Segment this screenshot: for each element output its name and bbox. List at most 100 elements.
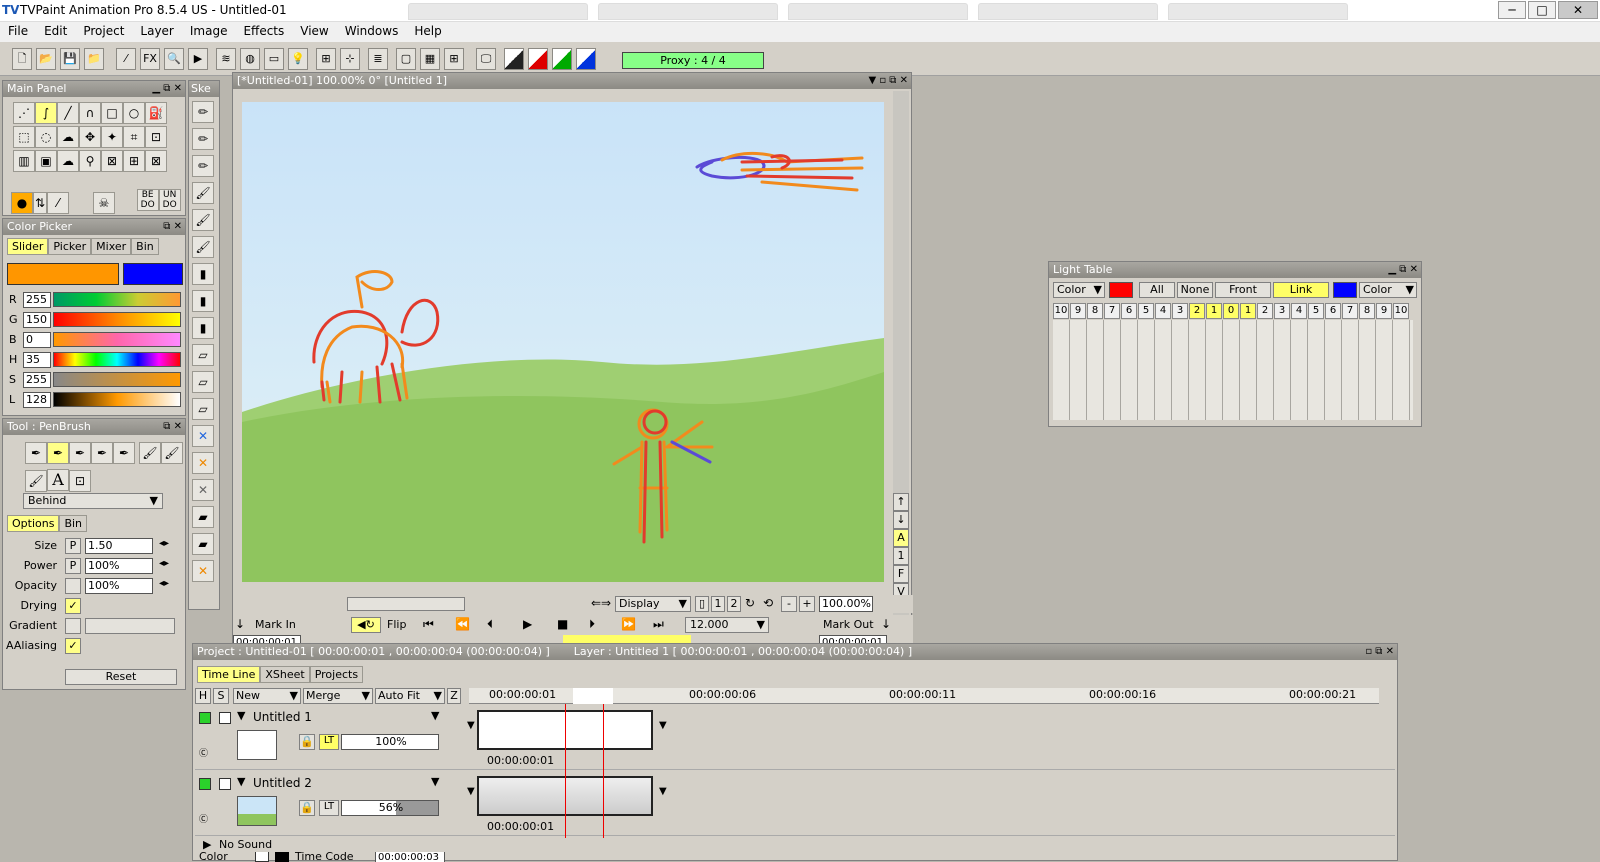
- s-value-input[interactable]: 255: [23, 372, 51, 388]
- redo-icon[interactable]: BE DO: [136, 189, 159, 211]
- proxy-indicator[interactable]: Proxy : 4 / 4: [622, 52, 764, 69]
- tab-bin[interactable]: Bin: [59, 515, 88, 532]
- close-button[interactable]: ✕: [1558, 1, 1598, 19]
- undo-icon[interactable]: UN DO: [158, 189, 181, 211]
- ink-blue-icon[interactable]: ▮: [192, 263, 214, 285]
- power-pressure-toggle[interactable]: P: [65, 558, 81, 574]
- zoom-select-icon[interactable]: ⊡: [145, 126, 167, 148]
- collapse-icon[interactable]: ▼: [237, 709, 245, 722]
- clip-icon[interactable]: Ⓒ: [199, 746, 208, 759]
- layer-menu-chevron-icon[interactable]: ▼: [431, 709, 439, 722]
- grid-icon[interactable]: ⊞: [316, 48, 336, 70]
- play-icon[interactable]: ▶: [188, 48, 208, 70]
- drying-checkbox[interactable]: ✓: [65, 598, 81, 614]
- tab-xsheet[interactable]: XSheet: [260, 666, 310, 683]
- ink-black-icon[interactable]: ▮: [192, 317, 214, 339]
- reset-button[interactable]: Reset: [65, 669, 177, 685]
- h-value-input[interactable]: 35: [23, 352, 51, 368]
- arrows-icon[interactable]: ◂▸: [159, 558, 169, 569]
- r-value-input[interactable]: 255: [23, 292, 51, 308]
- eraser-black-icon[interactable]: ▱: [192, 398, 214, 420]
- layer-thumbnail[interactable]: [237, 730, 277, 760]
- brush-settings-icon[interactable]: ⁄: [116, 48, 136, 70]
- lt-number[interactable]: 10: [1393, 303, 1409, 319]
- smudge-red-icon[interactable]: ▰: [192, 506, 214, 528]
- color-wheel-icon[interactable]: ◍: [240, 48, 260, 70]
- arrows-icon[interactable]: ◂▸: [159, 578, 169, 589]
- l-value-input[interactable]: 128: [23, 392, 51, 408]
- nav-arrows-icon[interactable]: ⇐⇒: [591, 596, 611, 610]
- prev-frame-icon[interactable]: ▯: [695, 596, 709, 612]
- pencil-black-icon[interactable]: ✏: [192, 155, 214, 177]
- tab-bin[interactable]: Bin: [131, 238, 159, 255]
- fast-forward-icon[interactable]: ⏩: [621, 617, 636, 631]
- smudge-blue-icon[interactable]: ▰: [192, 533, 214, 555]
- panel-controls[interactable]: ⧉ ✕: [163, 419, 182, 435]
- page-2-button[interactable]: 2: [727, 596, 741, 612]
- lt-number[interactable]: 4: [1155, 303, 1171, 319]
- expand-left-icon[interactable]: ▼: [467, 720, 475, 731]
- stack-icon[interactable]: ≣: [368, 48, 388, 70]
- rectangle-icon[interactable]: □: [101, 102, 123, 124]
- power-input[interactable]: 100%: [85, 558, 153, 574]
- light-table-sliders[interactable]: [1053, 320, 1413, 420]
- cancel-icon[interactable]: ⊠: [145, 150, 167, 172]
- drawing-canvas[interactable]: [242, 102, 884, 582]
- lock-icon[interactable]: 🔒: [299, 734, 315, 750]
- color-dot-icon[interactable]: ●: [11, 192, 33, 214]
- cross-grid-icon[interactable]: ⊹: [340, 48, 360, 70]
- fps-select[interactable]: 12.000 ▼: [685, 617, 769, 633]
- all-button[interactable]: All: [1139, 282, 1175, 298]
- lt-number[interactable]: 1: [1240, 303, 1256, 319]
- open-folder-icon[interactable]: 📂: [36, 48, 56, 70]
- none-button[interactable]: None: [1177, 282, 1213, 298]
- green-swatch-icon[interactable]: [552, 48, 572, 70]
- zoom-in-button[interactable]: +: [799, 596, 815, 612]
- crop-icon[interactable]: ⌗: [123, 126, 145, 148]
- sound-loop-icon[interactable]: ◀↻: [351, 617, 381, 633]
- red-swatch-icon[interactable]: [528, 48, 548, 70]
- lt-number[interactable]: 9: [1376, 303, 1392, 319]
- pencil-orange-icon[interactable]: ✏: [192, 128, 214, 150]
- red-pen-icon[interactable]: ✒: [91, 442, 113, 464]
- left-color-swatch[interactable]: [1109, 282, 1133, 298]
- menu-project[interactable]: Project: [75, 22, 132, 38]
- opacity-input[interactable]: 100%: [85, 578, 153, 594]
- size-input[interactable]: 1.50: [85, 538, 153, 554]
- right-color-swatch[interactable]: [1333, 282, 1357, 298]
- line-icon[interactable]: ╱: [57, 102, 79, 124]
- penbrush-icon[interactable]: ✒: [47, 442, 69, 464]
- marker-icon[interactable]: ✒: [69, 442, 91, 464]
- size-pressure-toggle[interactable]: P: [65, 538, 81, 554]
- r-slider[interactable]: [53, 292, 181, 307]
- close-orange-2-icon[interactable]: ✕: [192, 560, 214, 582]
- front-button[interactable]: Front: [1215, 282, 1271, 298]
- minimize-button[interactable]: ─: [1498, 1, 1526, 19]
- lt-toggle[interactable]: LT: [319, 734, 339, 750]
- lt-number[interactable]: 2: [1189, 303, 1205, 319]
- solo-toggle[interactable]: [219, 778, 231, 790]
- menu-windows[interactable]: Windows: [337, 22, 407, 38]
- layer-name[interactable]: Untitled 1: [253, 710, 312, 724]
- b-value-input[interactable]: 0: [23, 332, 51, 348]
- layer-row[interactable]: Ⓒ ▼ Untitled 1 ▼ 🔒 LT 100% ▼ ▼ 00:00:00:…: [195, 706, 1395, 770]
- select-free-icon[interactable]: ☁: [57, 126, 79, 148]
- gray-pen-icon[interactable]: ✒: [113, 442, 135, 464]
- move-icon[interactable]: ✥: [79, 126, 101, 148]
- expand-right-icon[interactable]: ▼: [659, 720, 667, 731]
- lt-number[interactable]: 1: [1206, 303, 1222, 319]
- menu-layer[interactable]: Layer: [132, 22, 181, 38]
- new-file-icon[interactable]: 🗋: [12, 48, 32, 70]
- monitor-icon[interactable]: 🖵: [476, 48, 496, 70]
- swap-color-icon[interactable]: ⇅: [33, 192, 47, 214]
- cloud-icon[interactable]: ☁: [57, 150, 79, 172]
- z-column[interactable]: Z: [447, 688, 461, 704]
- zoom-out-button[interactable]: -: [781, 596, 797, 612]
- b-slider[interactable]: [53, 332, 181, 347]
- primary-color-swatch[interactable]: [7, 263, 119, 285]
- secondary-color-swatch[interactable]: [123, 263, 183, 285]
- light-icon[interactable]: 💡: [288, 48, 308, 70]
- g-value-input[interactable]: 150: [23, 312, 51, 328]
- aaliasing-checkbox[interactable]: ✓: [65, 638, 81, 654]
- tab-timeline[interactable]: Time Line: [197, 666, 261, 683]
